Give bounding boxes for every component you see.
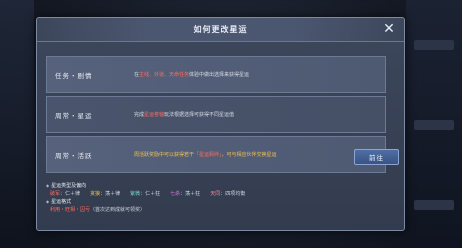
dialog-title: 如何更改星运: [193, 25, 248, 34]
type-item: 七杀：荡＋狂: [170, 191, 201, 197]
method-label: 周常・活跃: [55, 151, 93, 160]
highlight-text: 主线、外道、天命任务: [139, 71, 190, 78]
type-item: 破军：仁＋律: [50, 191, 81, 197]
method-label: 任务・剧情: [55, 71, 93, 80]
type-item: 天同：四项均衡: [210, 191, 246, 197]
types-list: 破军：仁＋律 贪狼：荡＋律 紫微：仁＋狂 七杀：荡＋狂 天同：四项均衡: [46, 190, 396, 198]
close-icon[interactable]: ✕: [382, 22, 396, 36]
method-row-quest: 任务・剧情 在主线、外道、天命任务体验中做出选择来获得星运: [46, 56, 386, 93]
method-list: 任务・剧情 在主线、外道、天命任务体验中做出选择来获得星运 周常・星运 完成星运…: [46, 56, 399, 176]
method-row-weekly-star: 周常・星运 完成星运卷轴玩法根据选择可获得不同星运值: [46, 96, 386, 133]
highlight-text: 「星运羁绊」: [194, 151, 222, 158]
methods-heading: 星运格式: [46, 198, 396, 206]
method-description: 在主线、外道、天命任务体验中做出选择来获得星运: [134, 71, 250, 78]
background-bar: [414, 200, 454, 210]
type-item: 贪狼：荡＋律: [90, 191, 121, 197]
change-star-fortune-dialog: 如何更改星运 ✕ 任务・剧情 在主线、外道、天命任务体验中做出选择来获得星运 周…: [36, 17, 405, 231]
type-item: 紫微：仁＋狂: [130, 191, 161, 197]
background-right-panel: [406, 0, 462, 248]
method-label: 周常・星运: [55, 111, 93, 120]
background-bar: [414, 40, 454, 50]
star-info-section: 星运类型及偏向 破军：仁＋律 贪狼：荡＋律 紫微：仁＋狂 七杀：荡＋狂 天同：四…: [46, 182, 396, 214]
go-button[interactable]: 前往: [354, 149, 399, 165]
method-description: 完成星运卷轴玩法根据选择可获得不同星运值: [134, 111, 235, 118]
methods-line: 利用・旺相・囚亏（首次达到成就可领奖）: [50, 207, 146, 213]
method-description: 周活跃奖励中可以获得若干「星运羁绊」，可与相应伙伴交换星运: [134, 151, 277, 158]
method-row-weekly-active: 周常・活跃 周活跃奖励中可以获得若干「星运羁绊」，可与相应伙伴交换星运 前往: [46, 136, 399, 173]
highlight-text: 星运卷轴: [144, 111, 165, 118]
background-bar: [414, 120, 454, 130]
types-heading: 星运类型及偏向: [46, 182, 396, 190]
background-left-panel: [0, 0, 34, 248]
dialog-title-bar: 如何更改星运: [37, 18, 404, 42]
